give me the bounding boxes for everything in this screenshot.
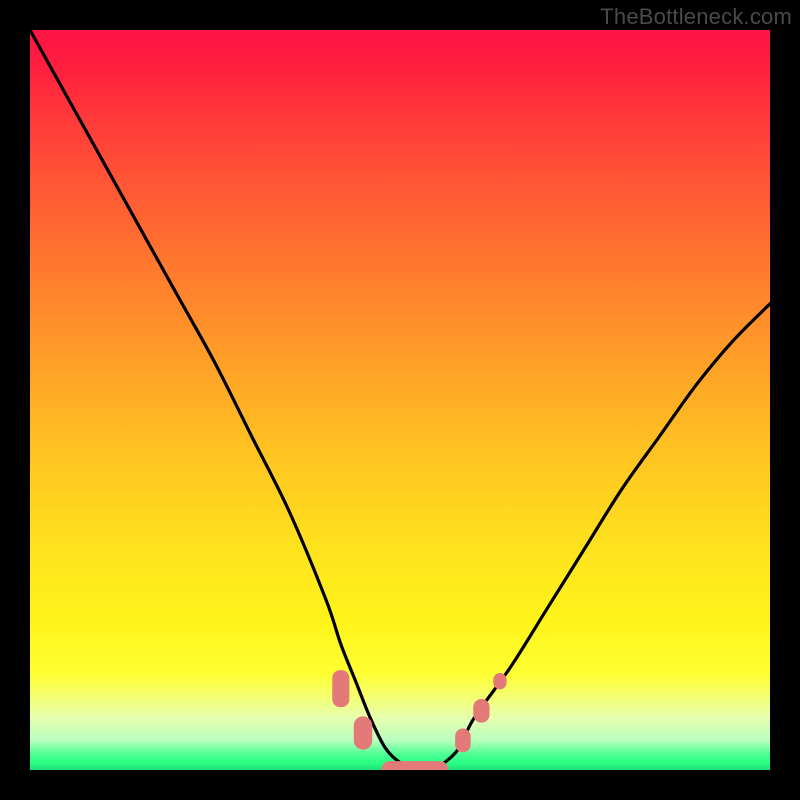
right-lower-marker <box>455 729 471 753</box>
bottleneck-curve <box>30 30 770 770</box>
right-upper-marker <box>493 673 506 689</box>
bottom-point <box>382 761 449 770</box>
watermark-text: TheBottleneck.com <box>600 4 792 30</box>
chart-frame: TheBottleneck.com <box>0 0 800 800</box>
right-mid-marker <box>473 699 489 723</box>
chart-svg <box>30 30 770 770</box>
left-lower-marker <box>354 716 373 749</box>
chart-plot-area <box>30 30 770 770</box>
left-upper-marker <box>332 670 349 707</box>
